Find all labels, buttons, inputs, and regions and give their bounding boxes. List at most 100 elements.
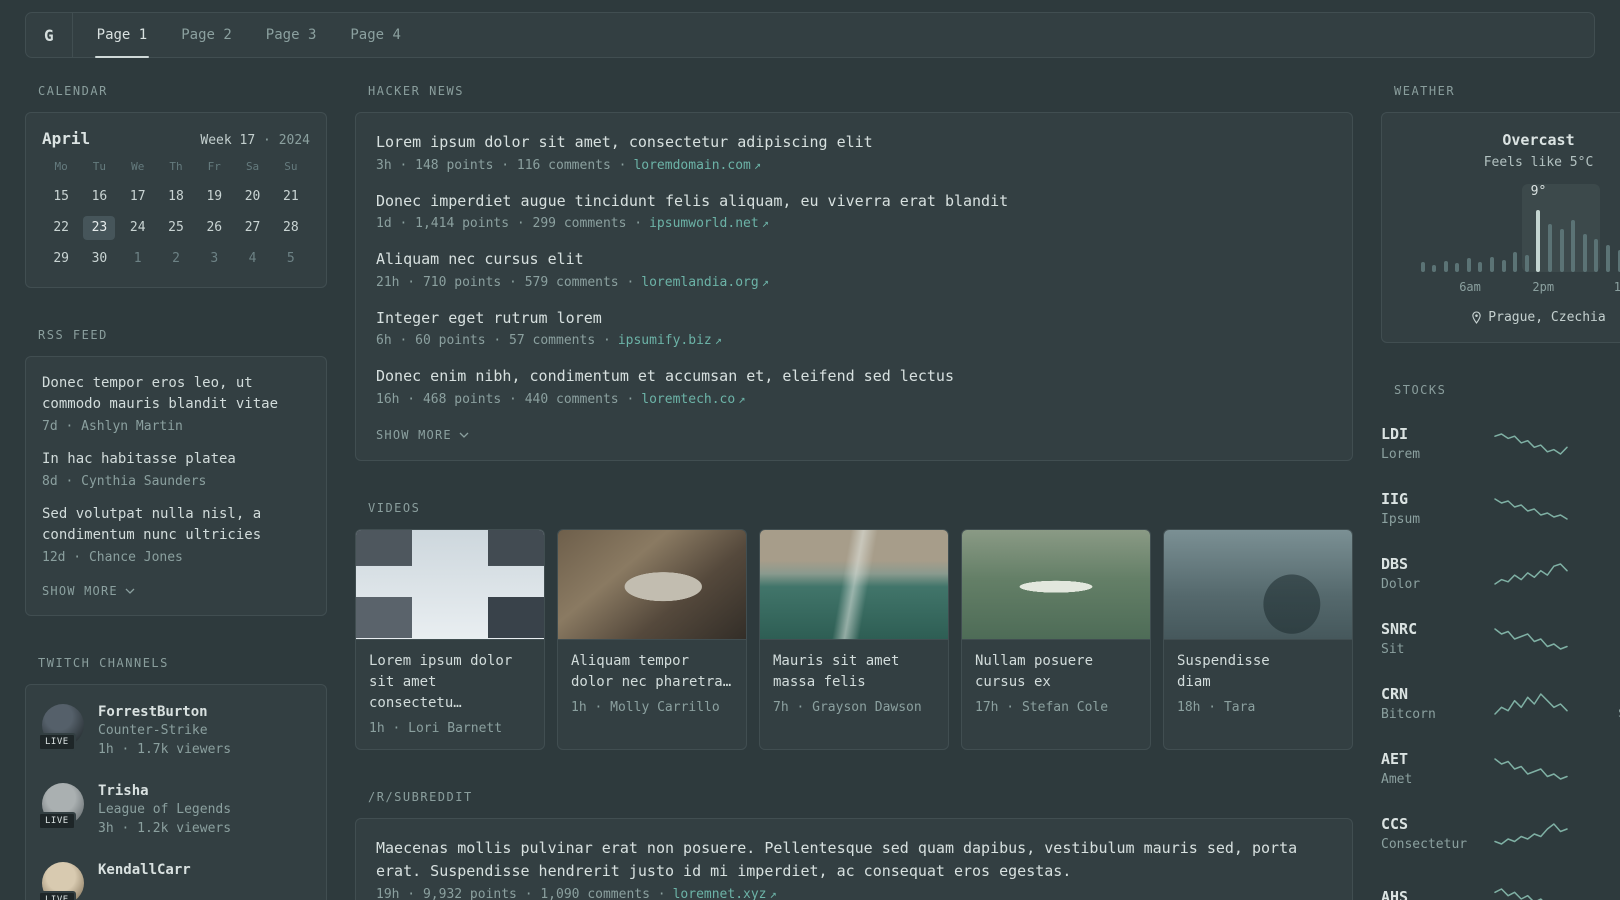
hn-item-domain-link[interactable]: ipsumworld.net [649,216,759,231]
external-link-icon: ↗ [738,391,746,406]
stock-sparkline [1493,692,1568,715]
video-card[interactable]: Nullam posuere cursus ex 17h · Stefan Co… [961,528,1151,750]
stock-row[interactable]: SNRC Sit +1.36% $148.64 [1381,606,1620,671]
rss-item-title[interactable]: Donec tempor eros leo, ut commodo mauris… [42,373,310,415]
stock-row[interactable]: IIG Ipsum +2.84% $42.04 [1381,476,1620,541]
logo[interactable]: G [44,13,72,57]
rss-card: Donec tempor eros leo, ut commodo mauris… [25,356,327,616]
stock-row[interactable]: AET Amet +0.92% $499.72 [1381,736,1620,801]
calendar-day: 15 [53,189,69,204]
subreddit-domain-link[interactable]: loremnet.xyz [673,887,767,900]
stocks-widget: STOCKS LDI Lorem +4.35% $795.18 IIG Ipsum +… [1381,383,1620,900]
calendar-day-next-month: 5 [286,251,295,266]
channel-meta: 1h · 1.7k viewers [98,742,232,757]
hn-item-title[interactable]: Aliquam nec cursus elit [376,248,1332,271]
video-card[interactable]: Lorem ipsum dolor sit amet consectetu… 1… [355,528,545,750]
twitch-channel-row[interactable]: LIVE ForrestBurton Counter-Strike 1h · 1… [38,691,310,770]
calendar-day-next-month: 3 [210,251,219,266]
subreddit-post-meta: 19h · 9,932 points · 1,090 comments · [376,887,666,900]
weather-bars [1420,210,1620,272]
twitch-widget-title: TWITCH CHANNELS [38,656,169,670]
tab-page-1[interactable]: Page 1 [94,13,150,58]
stock-change: +4.35% [1584,426,1620,442]
stock-row[interactable]: CRN Bitcorn -1.00% $66,171.48 [1381,671,1620,736]
calendar-day: 17 [129,189,146,204]
video-meta: 7h · Grayson Dawson [773,699,922,715]
stock-row[interactable]: DBS Dolor +1.42% $156.28 [1381,541,1620,606]
calendar-day: 16 [91,189,108,204]
calendar-day: 26 [206,220,223,235]
weather-temperature-chart: 9° [1420,184,1620,272]
calendar-month: April [42,129,91,148]
calendar-day: 19 [206,189,223,204]
stock-ticker: SNRC [1381,620,1418,638]
tab-page-2[interactable]: Page 2 [179,13,234,57]
weekday-label: Su [284,160,298,173]
channel-meta: 3h · 1.2k viewers [98,821,232,836]
calendar-day: 21 [283,189,299,204]
stock-sparkline [1493,432,1568,455]
stock-price: $165.84 [1584,836,1620,851]
channel-name: ForrestBurton [98,704,208,720]
rss-item-title[interactable]: Sed volutpat nulla nisl, a condimentum n… [42,504,310,546]
hacker-news-widget: HACKER NEWS Lorem ipsum dolor sit amet, … [355,84,1353,461]
hn-item: Donec enim nibh, condimentum et accumsan… [376,365,1332,407]
hn-item-title[interactable]: Lorem ipsum dolor sit amet, consectetur … [376,131,1332,154]
live-badge: LIVE [38,812,76,830]
stock-name: Amet [1381,772,1413,787]
stock-row[interactable]: CCS Consectetur +0.51% $165.84 [1381,801,1620,866]
hn-item-domain-link[interactable]: ipsumify.biz [618,333,712,348]
hn-item-domain-link[interactable]: loremlandia.org [641,275,758,290]
stocks-widget-title: STOCKS [1394,383,1447,397]
tab-page-3[interactable]: Page 3 [264,13,319,57]
stock-row[interactable]: LDI Lorem +4.35% $795.18 [1381,411,1620,476]
rss-item: Sed volutpat nulla nisl, a condimentum n… [42,504,310,565]
hn-item-title[interactable]: Integer eget rutrum lorem [376,307,1332,330]
video-card[interactable]: Aliquam tempor dolor nec pharetra… 1h · … [557,528,747,750]
twitch-channel-row[interactable]: LIVE Trisha League of Legends 3h · 1.2k … [38,770,310,849]
video-card[interactable]: Mauris sit amet massa felis 7h · Grayson… [759,528,949,750]
navbar-divider [71,13,73,57]
right-column: WEATHER Overcast Feels like 5°C 9° 6am 2… [1381,84,1620,900]
rss-item-meta: 8d · Cynthia Saunders [42,474,207,489]
calendar-days-grid: 15 16 17 18 19 20 21 22 23 24 25 26 27 2… [42,185,310,271]
videos-widget: VIDEOS Lorem ipsum dolor sit amet consec… [355,501,1353,750]
hn-item-title[interactable]: Donec imperdiet augue tincidunt felis al… [376,190,1332,213]
tab-page-4[interactable]: Page 4 [348,13,403,57]
hn-item-title[interactable]: Donec enim nibh, condimentum et accumsan… [376,365,1332,388]
channel-game: League of Legends [98,802,232,817]
calendar-week-label: Week 17 [200,133,256,148]
calendar-day: 29 [53,251,69,266]
stock-name: Dolor [1381,577,1421,592]
stock-name: Lorem [1381,447,1421,462]
hn-item-domain-link[interactable]: loremdomain.com [633,158,750,173]
stock-sparkline [1493,887,1543,900]
hn-item: Integer eget rutrum lorem 6h · 60 points… [376,307,1332,349]
twitch-channel-row[interactable]: LIVE KendallCarr [38,849,310,900]
video-thumbnail [1164,529,1352,640]
stock-row[interactable]: AHS +0.46% [1381,866,1620,900]
main-content: CALENDAR April Week 17 · 2024 Mo Tu We T… [25,84,1620,900]
page-tabs: Page 1 Page 2 Page 3 Page 4 [94,13,403,58]
rss-show-more-button[interactable]: SHOW MORE [42,584,135,598]
video-title: Nullam posuere cursus ex [975,652,1094,690]
chevron-down-icon [459,432,469,438]
subreddit-card: Maecenas mollis pulvinar erat non posuer… [355,817,1353,900]
video-thumbnail [558,529,746,640]
videos-widget-title: VIDEOS [368,500,421,515]
weather-bar [1513,252,1518,272]
rss-item-title[interactable]: In hac habitasse platea [42,449,310,470]
hn-show-more-button[interactable]: SHOW MORE [376,428,469,442]
subreddit-post-title[interactable]: Maecenas mollis pulvinar erat non posuer… [376,837,1332,884]
rss-item-meta: 12d · Chance Jones [42,550,183,565]
hn-item-domain-link[interactable]: loremtech.co [641,392,735,407]
calendar-day: 22 [53,220,69,235]
weather-bar [1582,233,1587,272]
time-label: 2pm [1532,280,1555,294]
external-link-icon: ↗ [761,216,769,230]
stock-change: +1.42% [1584,556,1620,572]
video-card[interactable]: Suspendisse diam 18h · Tara [1163,528,1353,750]
videos-row: Lorem ipsum dolor sit amet consectetu… 1… [355,528,1353,750]
calendar-week-info: Week 17 · 2024 [200,133,310,148]
calendar-day: 25 [168,220,184,235]
